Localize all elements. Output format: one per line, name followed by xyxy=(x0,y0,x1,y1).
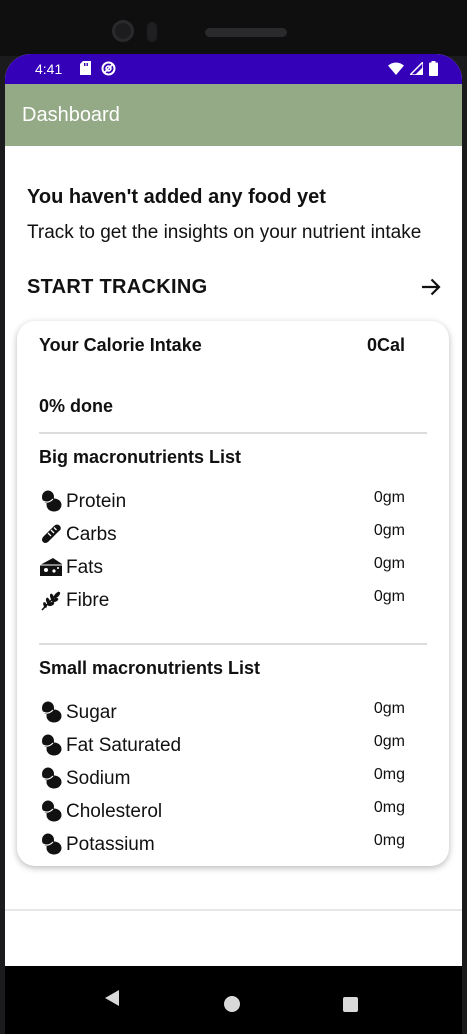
arrow-right-icon[interactable] xyxy=(420,276,442,303)
nutrient-label: Sodium xyxy=(66,768,131,789)
divider xyxy=(39,643,427,645)
empty-state-title: You haven't added any food yet xyxy=(27,186,326,208)
calorie-card: Your Calorie Intake 0Cal 0% done Big mac… xyxy=(17,321,449,866)
beans-icon xyxy=(39,766,63,790)
list-item-sugar: Sugar 0gm xyxy=(39,698,405,728)
nutrient-label: Fibre xyxy=(66,590,110,611)
nutrient-value: 0mg xyxy=(373,799,405,816)
list-item-cholesterol: Cholesterol 0mg xyxy=(39,797,405,827)
front-camera xyxy=(112,20,134,42)
system-nav-bar xyxy=(5,966,462,1034)
nutrient-value: 0mg xyxy=(373,766,405,783)
nutrient-value: 0gm xyxy=(373,588,405,605)
battery-icon xyxy=(429,61,438,81)
home-icon[interactable] xyxy=(224,996,240,1012)
status-time: 4:41 xyxy=(35,61,63,77)
nutrient-value: 0gm xyxy=(373,489,405,506)
empty-state-subtitle: Track to get the insights on your nutrie… xyxy=(27,222,422,243)
earpiece-speaker xyxy=(205,28,287,37)
divider xyxy=(5,909,462,911)
sd-card-icon xyxy=(80,61,91,81)
back-icon[interactable] xyxy=(103,988,121,1013)
wheat-icon xyxy=(39,588,63,612)
no-disturb-icon xyxy=(101,61,116,81)
calorie-intake-value: 0Cal xyxy=(366,335,405,355)
beans-icon xyxy=(39,799,63,823)
calorie-intake-label: Your Calorie Intake xyxy=(39,335,202,355)
wifi-icon xyxy=(388,62,404,80)
beans-icon xyxy=(39,700,63,724)
start-tracking-label: START TRACKING xyxy=(27,276,208,298)
signal-icon xyxy=(408,60,424,80)
protein-beans-icon xyxy=(39,489,63,513)
nutrient-label: Protein xyxy=(66,491,127,512)
phone-top-bezel xyxy=(0,0,467,56)
nutrient-label: Fat Saturated xyxy=(66,735,182,756)
proximity-sensor xyxy=(147,22,157,42)
list-item-fat-saturated: Fat Saturated 0gm xyxy=(39,731,405,761)
list-item-sodium: Sodium 0mg xyxy=(39,764,405,794)
screen: 4:41 Dashboard You haven't added any foo… xyxy=(5,54,462,1034)
nutrient-value: 0gm xyxy=(373,700,405,717)
nutrient-value: 0gm xyxy=(373,555,405,572)
list-item-potassium: Potassium 0mg xyxy=(39,830,405,860)
nutrient-value: 0gm xyxy=(373,522,405,539)
list-item-carbs: Carbs 0gm xyxy=(39,520,405,550)
progress-text: 0% done xyxy=(39,396,114,416)
recents-icon[interactable] xyxy=(343,997,358,1012)
app-bar: Dashboard xyxy=(5,84,462,146)
bread-icon xyxy=(39,522,63,546)
nutrient-label: Potassium xyxy=(66,834,155,855)
phone-device: 4:41 Dashboard You haven't added any foo… xyxy=(0,0,467,1034)
divider xyxy=(39,432,427,434)
nutrient-label: Fats xyxy=(66,557,103,578)
beans-icon xyxy=(39,832,63,856)
nutrient-label: Sugar xyxy=(66,702,117,723)
list-item-fibre: Fibre 0gm xyxy=(39,586,405,616)
start-tracking-button[interactable]: START TRACKING xyxy=(27,274,445,304)
list-item-fats: Fats 0gm xyxy=(39,553,405,583)
status-bar: 4:41 xyxy=(5,54,462,84)
list-item-protein: Protein 0gm xyxy=(39,487,405,517)
nutrient-value: 0gm xyxy=(373,733,405,750)
nutrient-value: 0mg xyxy=(373,832,405,849)
big-macros-title: Big macronutrients List xyxy=(39,447,242,467)
nutrient-label: Cholesterol xyxy=(66,801,163,822)
beans-icon xyxy=(39,733,63,757)
page-title: Dashboard xyxy=(22,104,120,126)
nutrient-label: Carbs xyxy=(66,524,117,545)
cheese-icon xyxy=(39,555,63,579)
small-macros-title: Small macronutrients List xyxy=(39,658,261,678)
